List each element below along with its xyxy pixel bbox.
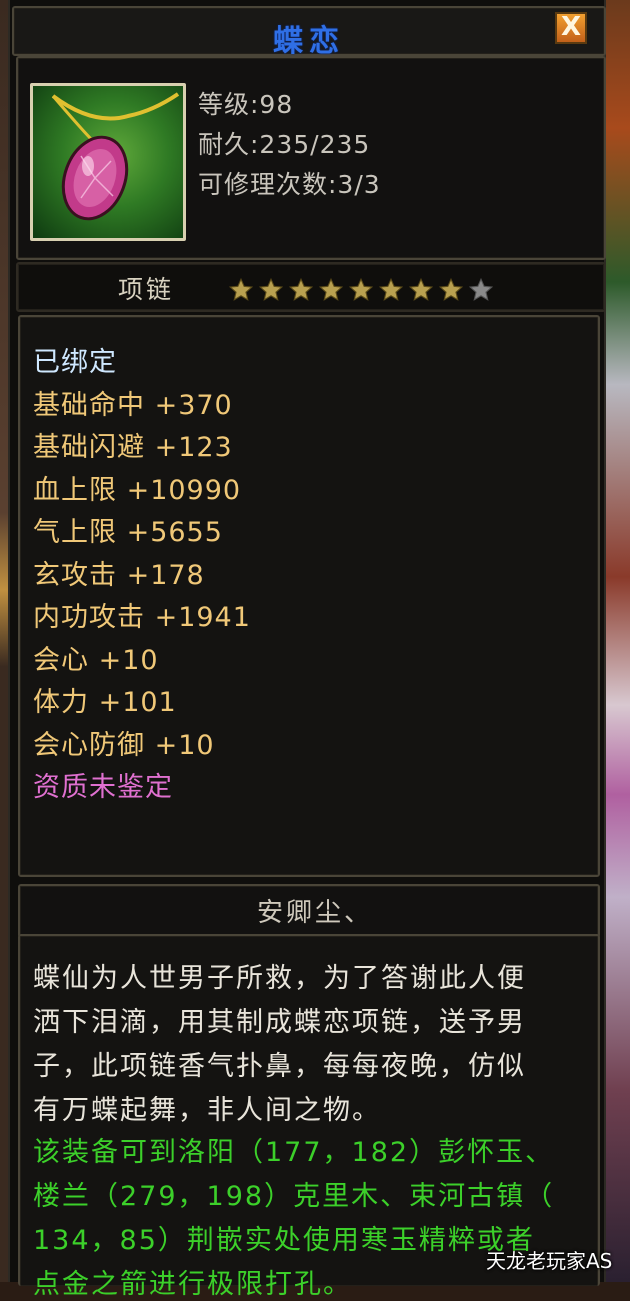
stat-line: 基础命中 +370 — [33, 389, 233, 421]
item-name: 蝶恋 — [273, 24, 345, 59]
star-filled-icon — [288, 277, 314, 301]
stat-line: 资质未鉴定 — [33, 772, 173, 803]
stat-line: 内功攻击 +1941 — [33, 602, 251, 633]
title-bar: 蝶恋 — [12, 6, 606, 59]
star-filled-icon — [438, 277, 464, 301]
star-empty-icon — [468, 277, 494, 301]
owner-name: 安卿尘、 — [256, 898, 373, 928]
level-text: 等级:98 — [198, 90, 294, 119]
item-type: 项链 — [118, 275, 175, 304]
stat-line: 体力 +101 — [33, 687, 177, 718]
star-filled-icon — [348, 277, 374, 301]
stat-line: 玄攻击 +178 — [33, 559, 205, 591]
star-filled-icon — [378, 277, 404, 301]
durability-text: 耐久:235/235 — [198, 130, 371, 159]
stat-line: 会心 +10 — [33, 644, 159, 676]
star-filled-icon — [228, 277, 254, 301]
star-filled-icon — [258, 277, 284, 301]
upgrade-hint-line: 该装备可到洛阳（177，182）彭怀玉、 — [33, 1137, 555, 1168]
repair-count-text: 可修理次数:3/3 — [198, 170, 381, 199]
stat-line: 基础闪避 +123 — [33, 432, 233, 463]
description-line: 有万蝶起舞，非人间之物。 — [33, 1095, 381, 1126]
stat-line: 会心防御 +10 — [33, 729, 215, 761]
stat-line: 血上限 +10990 — [33, 474, 242, 506]
star-filled-icon — [408, 277, 434, 301]
star-rating — [226, 277, 496, 303]
description-line: 子，此项链香气扑鼻，每每夜晚，仿似 — [33, 1051, 526, 1082]
watermark: 天龙老玩家AS — [486, 1249, 613, 1273]
stat-line: 气上限 +5655 — [33, 517, 223, 548]
stat-line: 已绑定 — [33, 347, 117, 378]
description-line: 蝶仙为人世男子所救，为了答谢此人便 — [33, 963, 526, 994]
upgrade-hint-line: 楼兰（279，198）克里木、束河古镇（ — [33, 1181, 555, 1212]
necklace-icon[interactable] — [30, 83, 186, 241]
upgrade-hint-line: 134，85）荆嵌实处使用寒玉精粹或者 — [33, 1225, 535, 1256]
close-button[interactable]: X — [555, 12, 587, 44]
game-background-left — [0, 0, 8, 1282]
description-line: 洒下泪滴，用其制成蝶恋项链，送予男 — [33, 1007, 526, 1038]
star-filled-icon — [318, 277, 344, 301]
